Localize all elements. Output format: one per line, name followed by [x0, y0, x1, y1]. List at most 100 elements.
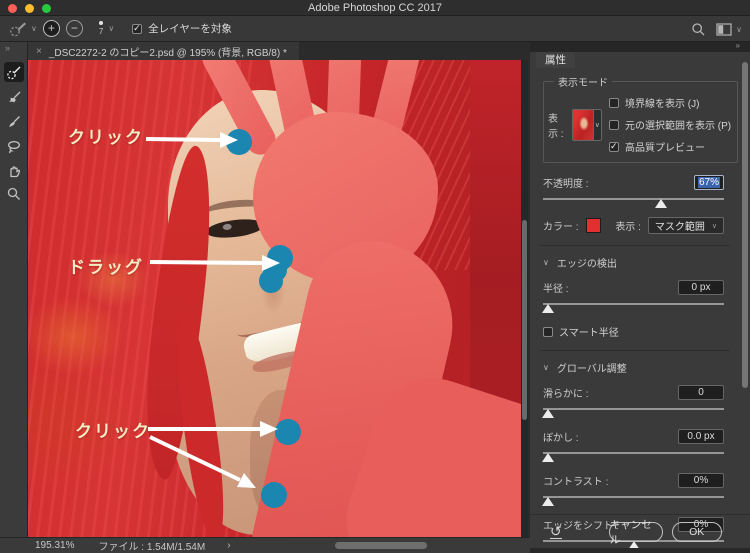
document-canvas[interactable]: クリック ドラッグ クリック — [28, 60, 528, 537]
show-original-checkbox[interactable]: 元の選択範囲を表示 (P) — [609, 117, 731, 132]
smart-radius-label: スマート半径 — [559, 328, 619, 339]
checkbox-checked-icon[interactable] — [609, 141, 619, 152]
checkbox-icon[interactable] — [543, 326, 553, 337]
brush-click-dot — [275, 419, 301, 445]
panel-body: 表示モード 表示 : ∨ 境界線を表示 (J) 元の選択範囲を表示 (P) ✓ … — [530, 68, 742, 550]
subtract-from-selection-button[interactable]: − — [65, 20, 83, 37]
close-window-button[interactable] — [8, 4, 17, 13]
high-quality-preview-checkbox[interactable]: 高品質プレビュー — [609, 139, 731, 154]
slider-track[interactable] — [543, 452, 724, 454]
add-to-selection-button[interactable]: + — [42, 20, 60, 37]
slider-thumb[interactable] — [654, 199, 667, 208]
global-refinement-section-header[interactable]: ∨ グローバル調整 — [543, 360, 724, 375]
brush-size-dropdown[interactable]: 7 ∨ — [99, 21, 114, 36]
reset-icon[interactable]: ↺ — [550, 524, 562, 539]
sample-all-layers-checkbox[interactable]: 全レイヤーを対象 — [132, 21, 232, 36]
tool-preset-dropdown[interactable]: ∨ — [8, 20, 37, 38]
maximize-window-button[interactable] — [42, 4, 51, 13]
view-mode-group: 表示モード 表示 : ∨ 境界線を表示 (J) 元の選択範囲を表示 (P) ✓ … — [543, 74, 739, 163]
smooth-slider[interactable] — [542, 404, 724, 418]
status-bar: 195.31% ファイル : 1.54M/1.54M › — [0, 537, 530, 553]
chevron-down-icon: ∨ — [592, 109, 601, 140]
zoom-level[interactable]: 195.31% — [35, 540, 74, 551]
refine-edge-brush-icon — [9, 91, 21, 103]
opacity-value: 67% — [697, 177, 720, 188]
slider-track[interactable] — [543, 408, 724, 410]
contrast-value: 0% — [693, 475, 709, 486]
show-edge-checkbox[interactable]: 境界線を表示 (J) — [609, 95, 731, 110]
brush-drag-blob — [259, 269, 283, 293]
annotation-click-bottom: クリック — [75, 422, 151, 441]
feather-value: 0.0 px — [687, 431, 715, 442]
contrast-slider[interactable] — [542, 492, 724, 506]
checkbox-icon[interactable] — [609, 97, 619, 108]
slider-track[interactable] — [543, 303, 724, 305]
checkbox-checked-icon[interactable] — [132, 23, 143, 34]
smooth-field[interactable]: 0 — [678, 385, 724, 400]
mask-view-value: マスク範囲 — [654, 222, 705, 233]
edge-detection-title: エッジの検出 — [556, 259, 617, 270]
contrast-field[interactable]: 0% — [678, 473, 724, 488]
annotation-click-top: クリック — [68, 128, 144, 147]
workspace-switcher[interactable]: ∨ — [716, 22, 742, 36]
mask-view-dropdown[interactable]: マスク範囲 ∨ — [647, 217, 724, 234]
arrow-head — [237, 473, 256, 488]
canvas-horizontal-scrollbar-thumb[interactable] — [335, 542, 427, 549]
feather-field[interactable]: 0.0 px — [678, 429, 724, 444]
edge-detection-section-header[interactable]: ∨ エッジの検出 — [543, 255, 724, 270]
collapse-toolbar-icon[interactable]: » — [5, 43, 10, 53]
brush-size-preview: 7 — [99, 21, 103, 36]
chevron-down-icon: ∨ — [543, 363, 549, 372]
workspace-icon — [716, 22, 732, 36]
tab-properties[interactable]: 属性 — [536, 52, 575, 68]
refine-edge-brush-tool[interactable] — [4, 87, 24, 107]
window-controls[interactable] — [8, 4, 51, 13]
opacity-field[interactable]: 67% — [694, 175, 724, 190]
hand-tool[interactable] — [4, 161, 24, 181]
view-mode-dropdown[interactable]: ∨ — [572, 108, 602, 141]
annotation-layer: クリック ドラッグ クリック — [28, 60, 528, 537]
slider-thumb[interactable] — [542, 409, 555, 418]
smart-radius-checkbox[interactable]: スマート半径 — [543, 324, 724, 339]
quick-selection-tool[interactable] — [4, 62, 24, 82]
slider-thumb[interactable] — [542, 304, 555, 313]
brush-tool[interactable] — [4, 112, 24, 132]
quick-selection-icon — [7, 66, 21, 80]
tool-rail: » — [0, 42, 28, 537]
status-chevron-icon[interactable]: › — [227, 540, 230, 551]
view-output-label: 表示 : — [615, 222, 641, 233]
color-label: カラー : — [543, 222, 579, 233]
collapse-panel-icon[interactable]: » — [736, 41, 740, 50]
search-icon[interactable] — [691, 22, 706, 37]
slider-thumb[interactable] — [542, 453, 555, 462]
zoom-tool[interactable] — [4, 184, 24, 204]
close-tab-icon[interactable]: × — [36, 46, 42, 57]
slider-thumb[interactable] — [542, 497, 555, 506]
radius-slider[interactable] — [542, 299, 724, 313]
slider-track[interactable] — [543, 496, 724, 498]
arrow-line — [145, 137, 221, 142]
checkbox-icon[interactable] — [609, 119, 619, 130]
opacity-slider[interactable] — [543, 194, 724, 208]
show-original-label: 元の選択範囲を表示 (P) — [625, 121, 732, 132]
panel-scrollbar[interactable] — [742, 62, 748, 547]
radius-field[interactable]: 0 px — [678, 280, 724, 295]
canvas-vertical-scrollbar-thumb[interactable] — [522, 220, 527, 420]
smooth-value: 0 — [698, 387, 704, 398]
chevron-down-icon: ∨ — [108, 24, 115, 33]
lasso-tool[interactable] — [4, 137, 24, 157]
overlay-color-swatch[interactable] — [585, 218, 601, 233]
high-quality-preview-label: 高品質プレビュー — [625, 143, 705, 154]
feather-slider[interactable] — [542, 448, 724, 462]
radius-label: 半径 : — [543, 284, 569, 295]
ok-button[interactable]: OK — [671, 521, 722, 542]
canvas-vertical-scrollbar[interactable] — [521, 60, 528, 537]
slider-track[interactable] — [543, 198, 724, 200]
minimize-window-button[interactable] — [25, 4, 34, 13]
titlebar: Adobe Photoshop CC 2017 — [0, 0, 750, 16]
cancel-button[interactable]: キャンセル — [608, 519, 663, 546]
brush-icon — [9, 116, 20, 127]
chevron-down-icon: ∨ — [736, 24, 742, 34]
document-tab[interactable]: × _DSC2272-2 のコピー2.psd @ 195% (背景, RGB/8… — [28, 42, 299, 60]
panel-scrollbar-thumb[interactable] — [742, 62, 748, 388]
